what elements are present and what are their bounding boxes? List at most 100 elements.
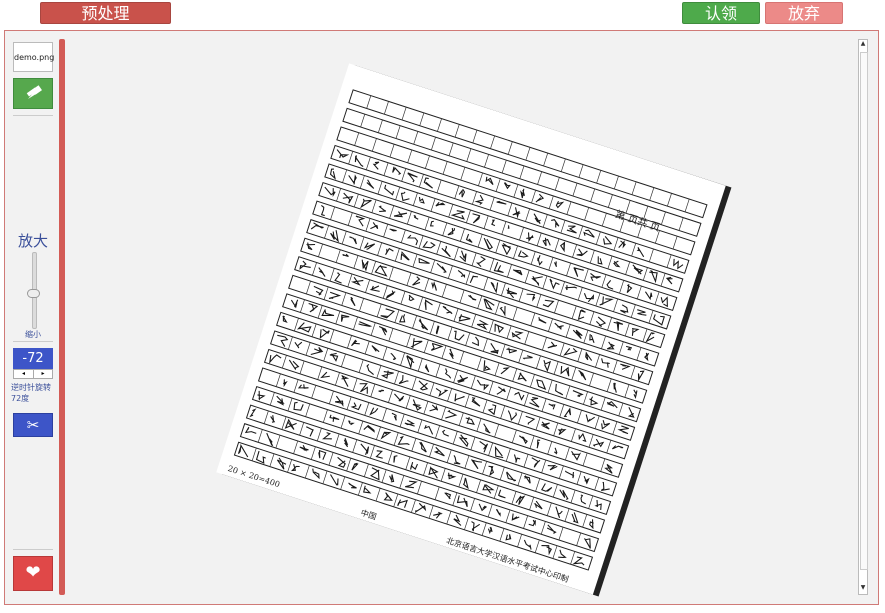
favorite-button[interactable]: ❤	[13, 556, 53, 591]
handwritten-character	[471, 459, 483, 470]
handwritten-character	[363, 242, 376, 250]
claim-button[interactable]: 认领	[682, 2, 760, 24]
handwritten-character	[627, 406, 635, 418]
rotation-value[interactable]: -72	[13, 348, 53, 369]
handwritten-character	[583, 476, 590, 485]
pin-icon	[26, 85, 42, 99]
handwritten-character	[424, 364, 430, 373]
handwritten-character	[369, 285, 380, 292]
handwritten-character	[350, 277, 364, 286]
image-canvas[interactable]: 第 页共 页 20 × 20=400 中国 北京语言大学汉语水平考试中心印制	[67, 33, 857, 599]
handwritten-character	[249, 408, 257, 418]
handwritten-character	[257, 390, 266, 401]
image-thumbnail[interactable]: demo.png	[13, 42, 54, 72]
panel-resizer[interactable]	[59, 39, 65, 595]
handwritten-character	[632, 264, 644, 275]
handwritten-character	[483, 360, 491, 372]
handwritten-character	[518, 435, 528, 445]
zoom-slider-handle[interactable]	[27, 289, 40, 298]
handwritten-character	[505, 534, 512, 541]
handwritten-character	[266, 432, 274, 447]
handwritten-character	[329, 352, 339, 362]
handwritten-character	[389, 474, 395, 483]
handwritten-character	[433, 511, 443, 519]
handwritten-character	[374, 264, 388, 277]
handwritten-character	[631, 328, 640, 336]
handwritten-character	[476, 379, 490, 391]
scroll-down-arrow[interactable]: ▼	[859, 584, 867, 594]
handwritten-character	[276, 457, 287, 470]
handwritten-character	[423, 425, 434, 435]
handwritten-character	[444, 492, 452, 500]
handwritten-character	[494, 445, 504, 459]
handwritten-character	[549, 278, 560, 290]
handwritten-character	[538, 317, 547, 324]
handwritten-character	[469, 275, 479, 284]
handwritten-character	[330, 474, 339, 486]
handwritten-character	[366, 179, 375, 189]
handwritten-character	[392, 166, 402, 175]
rotation-decrement[interactable]: ◂	[14, 370, 34, 378]
handwritten-character	[418, 196, 425, 204]
handwritten-character	[312, 468, 320, 480]
rotation-increment[interactable]: ▸	[34, 370, 52, 378]
handwritten-character	[429, 404, 439, 412]
handwritten-character	[611, 445, 624, 450]
handwritten-character	[351, 462, 359, 471]
handwritten-character	[408, 294, 415, 302]
handwritten-character	[558, 549, 567, 559]
handwritten-character	[430, 342, 444, 351]
divider	[13, 549, 53, 550]
handwritten-character	[355, 215, 366, 227]
handwritten-character	[620, 304, 629, 314]
handwritten-character	[512, 207, 521, 219]
handwritten-character	[573, 267, 584, 277]
handwritten-character	[372, 161, 380, 170]
handwritten-character	[288, 359, 300, 371]
handwritten-character	[485, 176, 494, 186]
apply-button[interactable]	[13, 78, 53, 109]
handwritten-character	[341, 375, 350, 387]
handwritten-character	[554, 322, 564, 330]
preprocess-button[interactable]: 预处理	[40, 2, 171, 24]
giveup-button[interactable]: 放弃	[765, 2, 843, 24]
rotation-description: 逆时针旋转72度	[11, 383, 51, 403]
crop-button[interactable]: ✂	[13, 413, 53, 437]
handwritten-character	[583, 229, 595, 238]
handwritten-character	[320, 205, 325, 217]
handwritten-character	[369, 407, 379, 416]
handwritten-character	[578, 432, 587, 442]
handwritten-character	[270, 415, 276, 423]
handwritten-character	[522, 355, 533, 360]
scissors-icon: ✂	[26, 416, 40, 434]
handwritten-character	[572, 556, 585, 566]
scroll-up-arrow[interactable]: ▲	[859, 40, 867, 50]
handwritten-character	[282, 379, 288, 388]
handwritten-character	[462, 477, 469, 490]
handwritten-character	[490, 343, 499, 355]
handwritten-character	[590, 273, 601, 282]
handwritten-character	[542, 237, 551, 247]
handwritten-character	[531, 457, 541, 468]
handwritten-character	[613, 321, 624, 331]
handwritten-character	[513, 391, 525, 401]
vertical-scrollbar[interactable]: ▲ ▼	[858, 39, 868, 595]
handwritten-character	[349, 236, 357, 245]
handwritten-character	[517, 250, 529, 258]
handwritten-character	[507, 410, 517, 422]
handwritten-character	[536, 379, 547, 390]
handwritten-character	[423, 177, 433, 189]
handwritten-character	[584, 538, 591, 549]
handwritten-character	[442, 305, 453, 315]
handwritten-character	[453, 514, 462, 526]
handwritten-character	[551, 219, 560, 228]
handwritten-character	[444, 368, 452, 379]
handwritten-character	[404, 419, 415, 427]
handwritten-character	[471, 336, 479, 347]
scrollbar-thumb[interactable]	[860, 52, 868, 570]
handwritten-character	[321, 309, 335, 317]
rotation-stepper[interactable]: ◂ ▸	[13, 369, 53, 379]
handwritten-character	[413, 214, 419, 220]
handwritten-character	[407, 172, 418, 183]
handwritten-character	[506, 471, 516, 482]
